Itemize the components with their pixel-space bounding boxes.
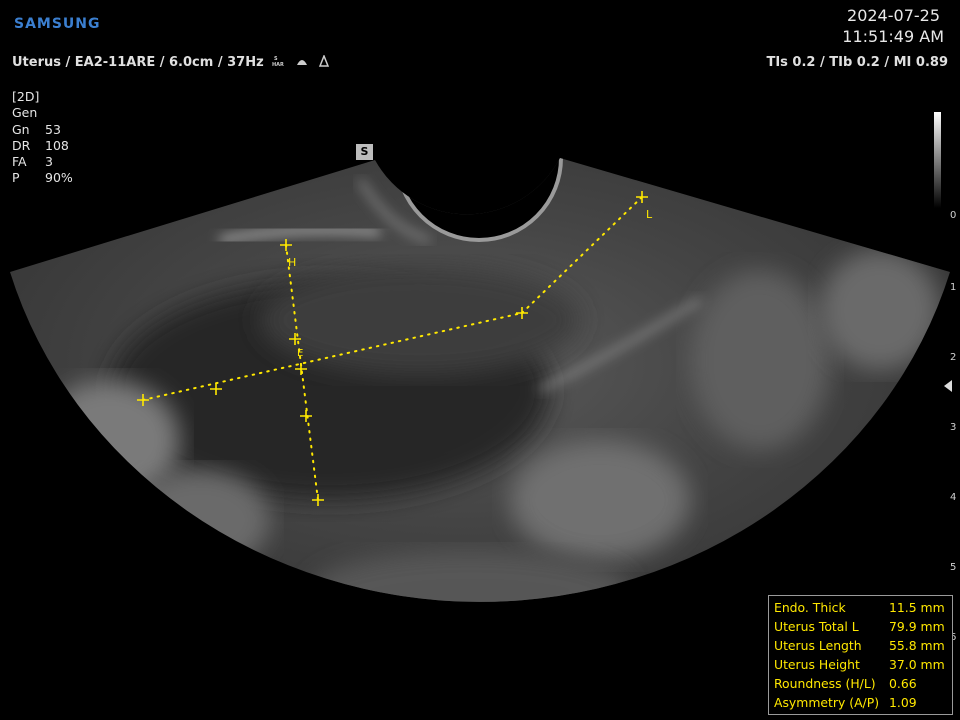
- acoustic-index: TIs 0.2 / TIb 0.2 / MI 0.89: [766, 55, 948, 70]
- setting-row: Gn 53: [12, 121, 61, 137]
- setting-row: FA 3: [12, 154, 53, 170]
- measurement-results: Endo. Thick 11.5 mm Uterus Total L 79.9 mm…: [768, 595, 953, 715]
- depth-tick: 1: [950, 282, 957, 293]
- svg-text:HAR: HAR: [272, 62, 284, 67]
- imaging-settings: [2D] Gen Gn 53 DR 108 FA 3 P 90%: [12, 89, 73, 187]
- time-display: 11:51:49 AM: [842, 27, 944, 46]
- depth-tick: 4: [950, 492, 957, 503]
- setting-row: P 90%: [12, 170, 73, 186]
- result-row: Asymmetry (A/P) 1.09: [774, 695, 917, 710]
- har-icon: S HAR: [272, 55, 286, 68]
- date-display: 2024-07-25: [847, 6, 940, 25]
- preset-label: Gen: [12, 105, 38, 121]
- caliper-label-e: E: [297, 348, 303, 359]
- result-row: Uterus Total L 79.9 mm: [774, 619, 945, 634]
- scan-area-icon: [317, 53, 331, 67]
- depth-tick: 5: [950, 562, 957, 573]
- depth-tick: 3: [950, 422, 957, 433]
- mode-label: [2D]: [12, 89, 40, 104]
- setting-row: DR 108: [12, 137, 69, 153]
- greyscale-bar: [934, 112, 941, 208]
- exam-params-text: Uterus / EA2-11ARE / 6.0cm / 37Hz: [12, 55, 264, 70]
- result-row: Endo. Thick 11.5 mm: [774, 600, 945, 615]
- exam-parameters: Uterus / EA2-11ARE / 6.0cm / 37Hz S HAR: [12, 53, 331, 70]
- depth-scale: 0 1 2 3 4 5 6: [950, 210, 960, 650]
- result-row: Roundness (H/L) 0.66: [774, 676, 917, 691]
- depth-tick: 0: [950, 210, 957, 221]
- probe-icon: [295, 55, 309, 67]
- result-row: Uterus Height 37.0 mm: [774, 657, 945, 672]
- brand-logo: SAMSUNG: [14, 16, 101, 32]
- depth-tick: 2: [950, 352, 957, 363]
- orientation-marker: S: [356, 144, 373, 160]
- caliper-label-l: L: [646, 208, 653, 221]
- caliper-label-h: H: [288, 256, 296, 269]
- result-row: Uterus Length 55.8 mm: [774, 638, 945, 653]
- focus-marker[interactable]: [944, 380, 952, 392]
